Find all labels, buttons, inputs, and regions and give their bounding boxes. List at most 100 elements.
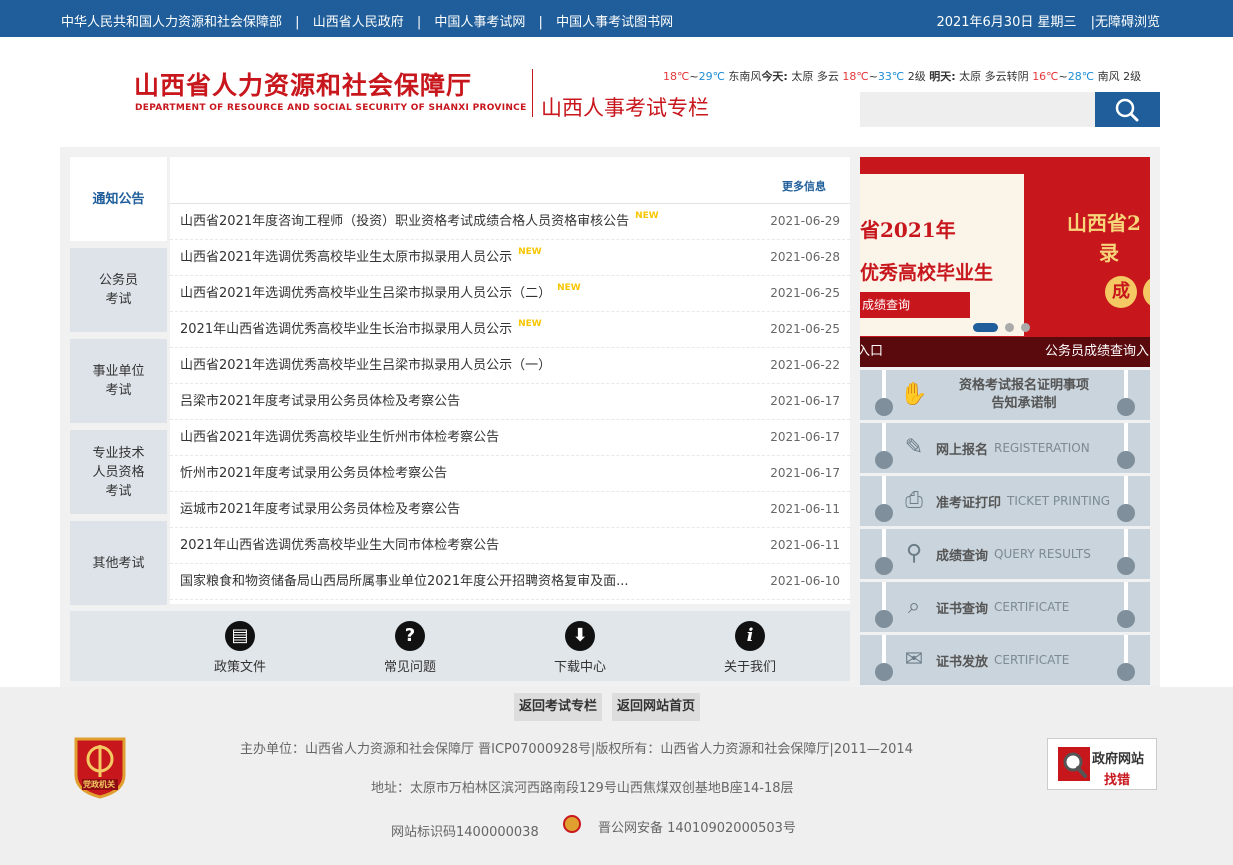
news-title[interactable]: 2021年山西省选调优秀高校毕业生长治市拟录用人员公示 NEW xyxy=(180,312,542,347)
banner-text: 省2021年 xyxy=(860,218,956,242)
search-input[interactable] xyxy=(860,92,1096,127)
footer-police-record[interactable]: 晋公网安备 14010902000503号 xyxy=(598,817,796,836)
tab-professional-qualification[interactable]: 专业技术 人员资格 考试 xyxy=(70,430,167,514)
top-bar: 中华人民共和国人力资源和社会保障部 | 山西省人民政府 | 中国人事考试网 | … xyxy=(0,0,1233,37)
carousel-dot-3[interactable] xyxy=(1021,323,1030,332)
ring-hole xyxy=(1117,557,1135,575)
tab-public-institution[interactable]: 事业单位 考试 xyxy=(70,339,167,423)
carousel-dot-1[interactable] xyxy=(973,323,998,332)
quick-link-policy[interactable]: ▤ 政策文件 xyxy=(190,621,290,675)
news-title[interactable]: 山西省2021年选调优秀高校毕业生吕梁市拟录用人员公示（一） xyxy=(180,348,551,383)
news-title[interactable]: 山西省2021年选调优秀高校毕业生忻州市体检考察公告 xyxy=(180,420,499,455)
separator: | xyxy=(416,15,422,30)
temp-low: 16℃ xyxy=(1032,70,1059,83)
tomorrow-label: 明天: xyxy=(929,70,956,83)
new-badge-icon: NEW xyxy=(518,319,542,329)
service-certificate-query[interactable]: ⌕ 证书查询 CERTIFICATE xyxy=(860,582,1150,632)
tab-notices[interactable]: 通知公告 xyxy=(70,157,167,241)
news-row[interactable]: 2021年山西省选调优秀高校毕业生大同市体检考察公告 2021-06-11 xyxy=(170,528,850,564)
caption-left[interactable]: 入口 xyxy=(860,337,883,367)
quick-link-download[interactable]: ⬇ 下载中心 xyxy=(530,621,630,675)
quick-link-faq[interactable]: ? 常见问题 xyxy=(360,621,460,675)
handshake-icon: ✋ xyxy=(900,382,928,407)
carousel-dot-2[interactable] xyxy=(1005,323,1014,332)
news-row[interactable]: 吕梁市2021年度考试录用公务员体检及考察公告 2021-06-17 xyxy=(170,384,850,420)
site-logo-title[interactable]: 山西省人力资源和社会保障厅 xyxy=(134,66,472,102)
separator: | xyxy=(295,15,300,30)
service-label: 准考证打印 xyxy=(936,495,1002,511)
banner-carousel[interactable]: 省2021年 优秀高校毕业生 成绩查询 山西省2 录 成 入口 公务员成绩查询入 xyxy=(860,157,1150,367)
accessible-browse-link[interactable]: |无障碍浏览 xyxy=(1091,15,1160,30)
edit-form-icon: ✎ xyxy=(904,435,924,460)
news-row[interactable]: 2021年山西省选调优秀高校毕业生长治市拟录用人员公示 NEW 2021-06-25 xyxy=(170,312,850,348)
section-subtitle: 山西人事考试专栏 xyxy=(541,96,709,120)
quick-link-label: 关于我们 xyxy=(723,660,776,675)
tab-other-exams[interactable]: 其他考试 xyxy=(70,521,167,605)
new-badge-icon: NEW xyxy=(518,247,542,257)
ring-hole xyxy=(875,451,893,469)
search-box xyxy=(860,92,1160,127)
service-certificate-issue[interactable]: ✉ 证书发放 CERTIFICATE xyxy=(860,635,1150,685)
back-to-exam-button[interactable]: 返回考试专栏 xyxy=(514,693,603,721)
news-row[interactable]: 山西省2021年选调优秀高校毕业生忻州市体检考察公告 2021-06-17 xyxy=(170,420,850,456)
news-title[interactable]: 忻州市2021年度考试录用公务员体检考察公告 xyxy=(180,456,447,491)
news-row[interactable]: 山西省2021年选调优秀高校毕业生吕梁市拟录用人员公示（二） NEW 2021-06… xyxy=(170,276,850,312)
ring-hole xyxy=(875,663,893,681)
news-date: 2021-06-10 xyxy=(770,574,840,588)
news-row[interactable]: 山西省2021年选调优秀高校毕业生吕梁市拟录用人员公示（一） 2021-06-22 xyxy=(170,348,850,384)
service-label: 成绩查询 xyxy=(936,548,989,564)
news-row[interactable]: 国家粮食和物资储备局山西局所属事业单位2021年度公开招聘资格复审及面... 20… xyxy=(170,564,850,600)
news-row[interactable]: 运城市2021年度考试录用公务员体检及考察公告 2021-06-11 xyxy=(170,492,850,528)
caption-right[interactable]: 公务员成绩查询入 xyxy=(1045,337,1149,367)
banner-coin: 成 xyxy=(1105,276,1137,308)
link-mohrss[interactable]: 中华人民共和国人力资源和社会保障部 xyxy=(61,15,282,30)
quick-link-about[interactable]: i 关于我们 xyxy=(700,621,800,675)
footer-address: 地址：太原市万柏林区滨河西路南段129号山西焦煤双创基地B座14-18层 xyxy=(371,781,794,796)
more-info-link[interactable]: 更多信息 xyxy=(782,178,826,194)
news-title[interactable]: 国家粮食和物资储备局山西局所属事业单位2021年度公开招聘资格复审及面... xyxy=(180,564,628,599)
site-logo-english: DEPARTMENT OF RESOURCE AND SOCIAL SECURI… xyxy=(135,103,527,113)
temp-high: 29℃ xyxy=(698,70,725,83)
ring-hole xyxy=(875,557,893,575)
news-title[interactable]: 吕梁市2021年度考试录用公务员体检及考察公告 xyxy=(180,384,460,419)
certificate-issue-icon: ✉ xyxy=(904,647,924,672)
party-government-badge[interactable]: 党政机关 xyxy=(72,735,128,799)
service-ticket-print[interactable]: ⎙ 准考证打印 TICKET PRINTING xyxy=(860,476,1150,526)
quick-link-label: 政策文件 xyxy=(213,660,266,675)
wind: 2级 xyxy=(904,70,930,83)
footer-site-id: 网站标识码1400000038 xyxy=(391,825,539,840)
new-badge-icon: NEW xyxy=(557,283,581,293)
header: 山西省人力资源和社会保障厅 DEPARTMENT OF RESOURCE AND… xyxy=(0,37,1233,147)
news-title[interactable]: 2021年山西省选调优秀高校毕业生大同市体检考察公告 xyxy=(180,528,499,563)
news-date: 2021-06-17 xyxy=(770,394,840,408)
link-cpta-books[interactable]: 中国人事考试图书网 xyxy=(556,15,673,30)
news-title[interactable]: 运城市2021年度考试录用公务员体检及考察公告 xyxy=(180,492,460,527)
link-cpta[interactable]: 中国人事考试网 xyxy=(434,15,525,30)
service-commitment[interactable]: ✋ 资格考试报名证明事项 告知承诺制 xyxy=(860,370,1150,420)
news-row[interactable]: 山西省2021年选调优秀高校毕业生太原市拟录用人员公示 NEW 2021-06-28 xyxy=(170,240,850,276)
news-title[interactable]: 山西省2021年选调优秀高校毕业生太原市拟录用人员公示 NEW xyxy=(180,240,542,275)
banner-text: 山西省2 xyxy=(1067,211,1141,235)
news-date: 2021-06-11 xyxy=(770,538,840,552)
quick-links-bar: ▤ 政策文件 ? 常见问题 ⬇ 下载中心 i 关于我们 xyxy=(70,611,850,681)
news-title[interactable]: 山西省2021年度咨询工程师（投资）职业资格考试成绩合格人员资格审核公告 NEW xyxy=(180,204,659,239)
tab-civil-servant[interactable]: 公务员 考试 xyxy=(70,248,167,332)
search-button[interactable] xyxy=(1095,92,1160,127)
gov-site-error-report[interactable]: 政府网站 找错 xyxy=(1047,738,1157,790)
temp-sep: ~ xyxy=(689,70,699,83)
error-report-action: 找错 xyxy=(1104,773,1131,788)
ring-hole xyxy=(1117,610,1135,628)
news-title[interactable]: 山西省2021年选调优秀高校毕业生吕梁市拟录用人员公示（二） NEW xyxy=(180,276,581,311)
footer: 返回考试专栏 返回网站首页 党政机关 主办单位：山西省人力资源和社会保障厅 晋I… xyxy=(0,687,1233,865)
link-shanxi-gov[interactable]: 山西省人民政府 xyxy=(313,15,404,30)
temp-low: 18℃ xyxy=(842,70,869,83)
back-to-home-button[interactable]: 返回网站首页 xyxy=(612,693,701,721)
temp-sep: ~ xyxy=(1058,70,1068,83)
banner-text: 录 xyxy=(1099,241,1119,265)
service-register[interactable]: ✎ 网上报名 REGISTERATION xyxy=(860,423,1150,473)
ring-hole xyxy=(875,398,893,416)
wind: 东南风 xyxy=(724,70,762,83)
news-row[interactable]: 忻州市2021年度考试录用公务员体检考察公告 2021-06-17 xyxy=(170,456,850,492)
service-query-results[interactable]: ⚲ 成绩查询 QUERY RESULTS xyxy=(860,529,1150,579)
news-row[interactable]: 山西省2021年度咨询工程师（投资）职业资格考试成绩合格人员资格审核公告 NEW 2… xyxy=(170,204,850,240)
